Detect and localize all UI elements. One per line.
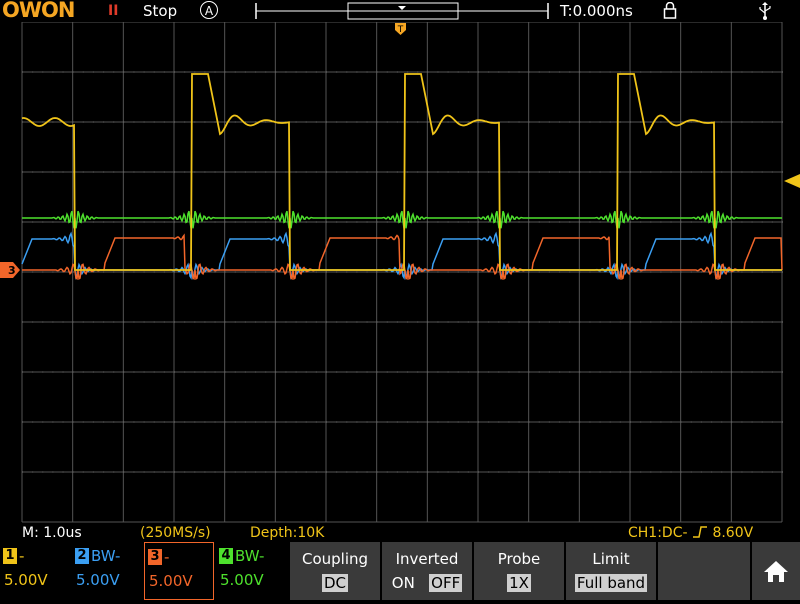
trigger-level-marker[interactable] bbox=[784, 174, 800, 188]
memory-position-bar bbox=[255, 2, 549, 20]
rising-edge-icon bbox=[693, 526, 707, 538]
trigger-level: 8.60V bbox=[712, 525, 754, 541]
svg-text:T: T bbox=[397, 25, 404, 35]
home-icon bbox=[764, 561, 788, 582]
timebase-readout[interactable]: M: 1.0us bbox=[22, 524, 82, 542]
channel-2-status[interactable]: 2 BW- 5.00V bbox=[72, 542, 142, 600]
coupling-softkey[interactable]: Coupling DC bbox=[290, 542, 380, 600]
svg-text:3: 3 bbox=[8, 264, 16, 277]
inverted-on-option: ON bbox=[391, 574, 415, 592]
channel-4-bw: BW- bbox=[235, 547, 265, 565]
lock-icon bbox=[663, 2, 677, 19]
trigger-mode-badge: A bbox=[200, 1, 218, 19]
channel-2-bw: BW- bbox=[91, 547, 121, 565]
inverted-label: Inverted bbox=[395, 550, 459, 568]
run-state-label[interactable]: Stop bbox=[143, 2, 177, 20]
probe-value: 1X bbox=[507, 574, 531, 592]
channel-1-number: 1 bbox=[3, 548, 17, 564]
empty-softkey[interactable] bbox=[658, 542, 750, 600]
inverted-softkey[interactable]: Inverted ON OFF bbox=[382, 542, 472, 600]
sample-rate-readout: (250MS/s) bbox=[140, 525, 211, 541]
channel-3-number: 3 bbox=[148, 549, 162, 565]
channel-4-scale: 5.00V bbox=[220, 571, 264, 589]
waveform-ch4 bbox=[22, 210, 782, 229]
trigger-position-marker[interactable]: T bbox=[395, 23, 406, 35]
usb-icon bbox=[759, 2, 771, 20]
channel-1-status[interactable]: 1- 5.00V bbox=[0, 542, 70, 600]
limit-softkey[interactable]: Limit Full band bbox=[566, 542, 656, 600]
probe-label: Probe bbox=[497, 550, 541, 568]
time-offset: T:0.000ns bbox=[560, 2, 633, 20]
channel-1-bw: - bbox=[19, 547, 25, 565]
record-depth-readout: Depth:10K bbox=[250, 525, 325, 541]
trigger-readout[interactable]: CH1:DC- 8.60V bbox=[628, 524, 753, 542]
inverted-off-option: OFF bbox=[429, 574, 463, 592]
channel-4-status[interactable]: 4 BW- 5.00V bbox=[216, 542, 286, 600]
trigger-source: CH1:DC- bbox=[628, 525, 688, 541]
home-button[interactable] bbox=[752, 542, 800, 600]
status-line: M: 1.0us (250MS/s) Depth:10K CH1:DC- 8.6… bbox=[0, 524, 800, 542]
coupling-value: DC bbox=[321, 574, 349, 592]
waveform-display[interactable]: T 3 bbox=[0, 22, 800, 524]
coupling-label: Coupling bbox=[301, 550, 369, 568]
ch3-ground-marker[interactable]: 3 bbox=[0, 262, 20, 278]
brand-logo: OWON bbox=[2, 0, 75, 22]
channel-2-scale: 5.00V bbox=[76, 571, 120, 589]
channel-3-status[interactable]: 3- 5.00V bbox=[144, 542, 214, 600]
channel-1-scale: 5.00V bbox=[4, 571, 48, 589]
top-status-bar: OWON II Stop A T:0.000ns bbox=[0, 0, 800, 22]
bottom-menu: 1- 5.00V 2 BW- 5.00V 3- 5.00V 4 BW- 5.00V … bbox=[0, 542, 800, 600]
probe-softkey[interactable]: Probe 1X bbox=[474, 542, 564, 600]
channel-2-number: 2 bbox=[75, 548, 89, 564]
limit-value: Full band bbox=[574, 574, 648, 592]
channel-4-number: 4 bbox=[219, 548, 233, 564]
limit-label: Limit bbox=[592, 550, 630, 568]
channel-3-bw: - bbox=[164, 548, 170, 566]
channel-3-scale: 5.00V bbox=[149, 572, 193, 590]
pause-icon: II bbox=[108, 3, 119, 19]
